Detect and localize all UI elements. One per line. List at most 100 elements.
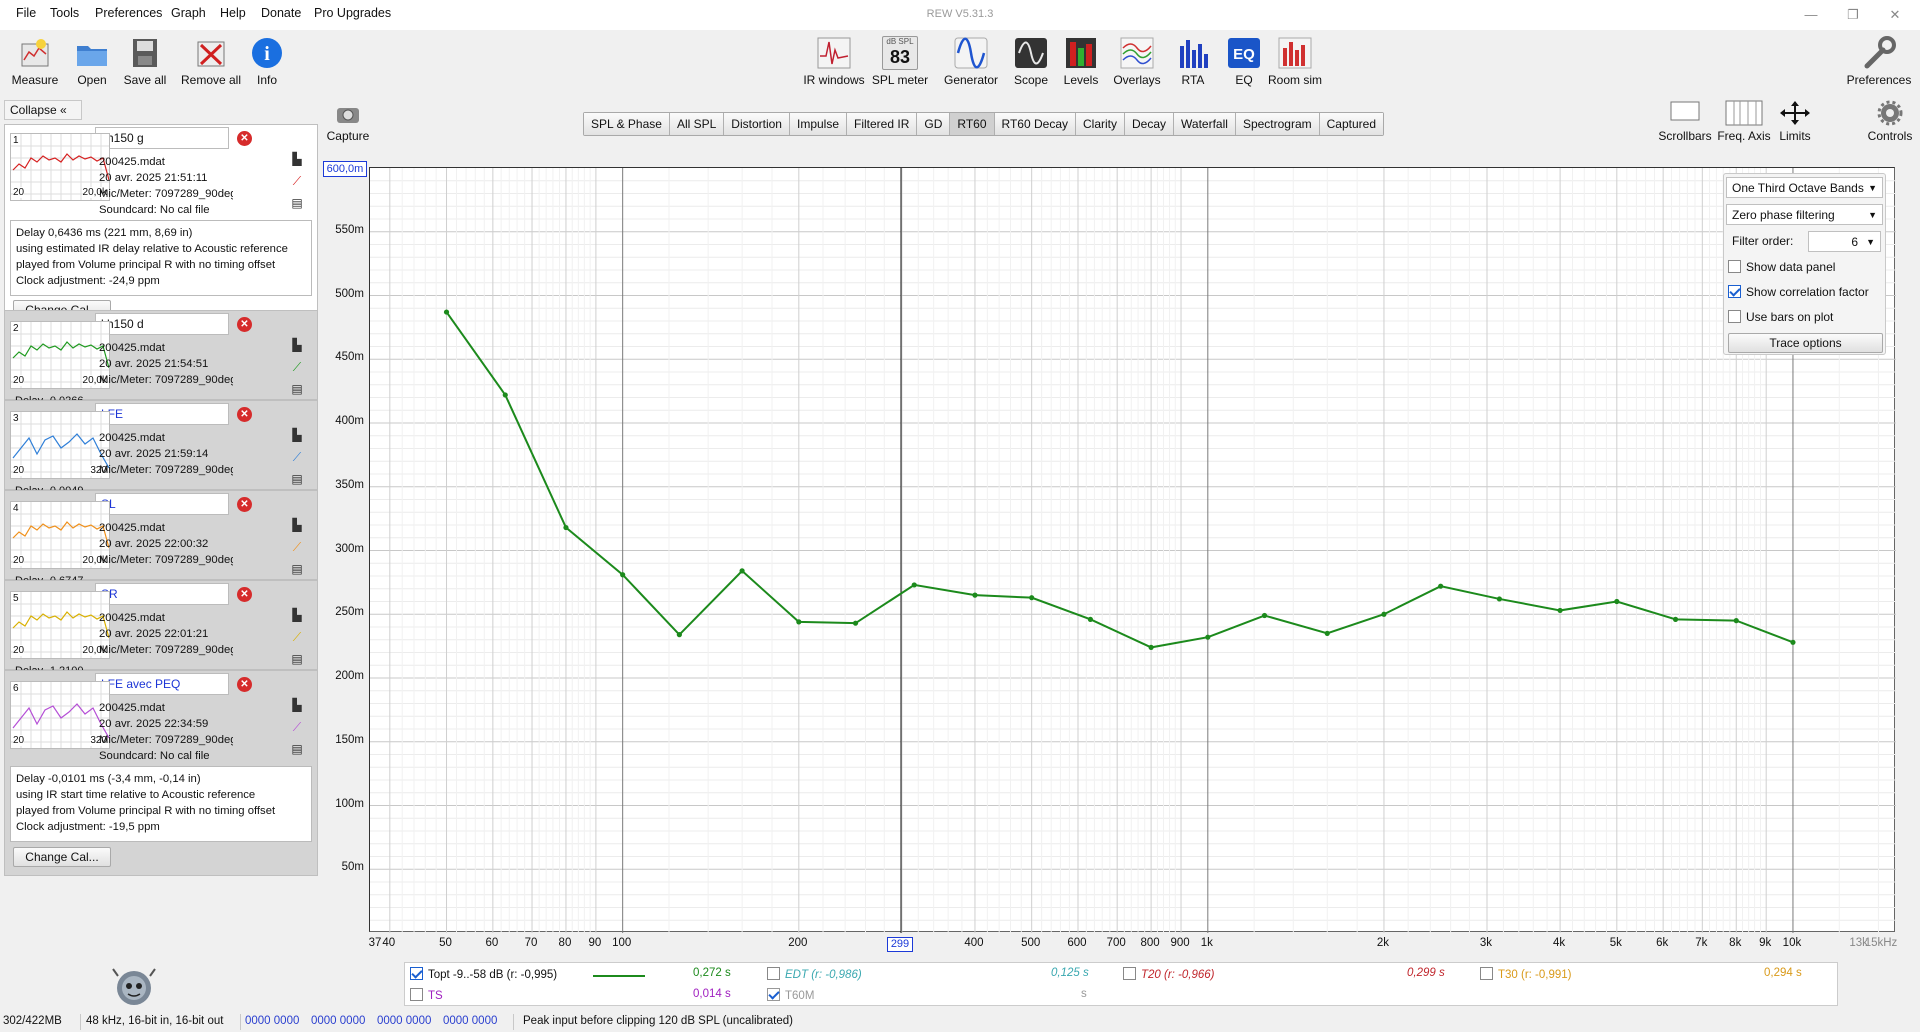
measurement-thumbnail[interactable]: 4 20 20,0k [10,501,110,569]
measurement-name-input[interactable]: LFE avec PEQ [95,673,229,695]
maximize-button[interactable]: ❐ [1838,4,1868,26]
legend-edt[interactable]: EDT (r: -0,986) [767,967,862,981]
caret-down-icon: ▼ [1868,183,1877,193]
legend-t60m[interactable]: T60M [767,988,814,1002]
show-correlation-checkbox[interactable]: Show correlation factor [1728,285,1869,299]
remove-measurement-icon[interactable]: ✕ [237,677,252,692]
remove-measurement-icon[interactable]: ✕ [237,587,252,602]
graph-icon[interactable]: ▙ [290,338,304,352]
measurement-card-1[interactable]: kh150 g ✕ 1 20 20,0k 200425.mdat 20 avr. 2025 … [4,124,318,320]
measurement-name-input[interactable]: SR [95,583,229,605]
cursor-x-readout[interactable]: 299 [887,937,913,952]
graph-icon[interactable]: ▙ [290,152,304,166]
graph-icon[interactable]: ▙ [290,428,304,442]
t20-checkbox[interactable] [1123,967,1136,980]
tab-spl-phase[interactable]: SPL & Phase [584,113,670,135]
graph-icon[interactable]: ▙ [290,698,304,712]
legend-topt[interactable]: Topt -9..-58 dB (r: -0,995) [410,967,557,981]
remove-measurement-icon[interactable]: ✕ [237,497,252,512]
tab-gd[interactable]: GD [917,113,951,135]
measurement-thumbnail[interactable]: 1 20 20,0k [10,133,110,201]
topt-checkbox[interactable] [410,967,423,980]
graph-icon[interactable]: ▙ [290,518,304,532]
trace-color-icon[interactable]: ⟋ [290,450,304,464]
remove-measurement-icon[interactable]: ✕ [237,317,252,332]
filter-order-spinner[interactable]: 6 ▼ [1808,231,1881,252]
band-select[interactable]: One Third Octave Bands ▼ [1726,177,1883,198]
measurement-thumbnail[interactable]: 6 20 320 [10,681,110,749]
rt60-graph[interactable] [369,167,1896,933]
measurement-name-input[interactable]: kh150 d [95,313,229,335]
measurement-thumbnail[interactable]: 2 20 20,0k [10,321,110,389]
change-cal-button[interactable]: Change Cal... [13,847,111,867]
tab-clarity[interactable]: Clarity [1076,113,1126,135]
edt-checkbox[interactable] [767,967,780,980]
filter-select[interactable]: Zero phase filtering ▼ [1726,204,1883,225]
edt-value: 0,125 s [1051,967,1089,979]
trace-color-icon[interactable]: ⟋ [290,630,304,644]
notes-icon[interactable]: ▤ [290,652,304,666]
trace-color-icon[interactable]: ⟋ [290,174,304,188]
ts-checkbox[interactable] [410,988,423,1001]
tab-distortion[interactable]: Distortion [724,113,790,135]
t30-checkbox[interactable] [1480,967,1493,980]
tab-rt60-decay[interactable]: RT60 Decay [994,113,1076,135]
measurement-card-4[interactable]: SL✕42020,0k200425.mdat20 avr. 2025 22:00… [4,490,318,580]
measurement-name-input[interactable]: SL [95,493,229,515]
notes-icon[interactable]: ▤ [290,742,304,756]
room-sim-button[interactable]: Room sim [1259,36,1331,87]
y-top-readout[interactable]: 600,0m [323,161,367,177]
measurement-thumbnail[interactable]: 5 20 20,0k [10,591,110,659]
remove-measurement-icon[interactable]: ✕ [237,407,252,422]
notes-icon[interactable]: ▤ [290,472,304,486]
measurement-notes[interactable]: Delay 0,6436 ms (221 mm, 8,69 in) using e… [10,220,312,296]
trace-color-icon[interactable]: ⟋ [290,720,304,734]
notes-icon[interactable]: ▤ [290,196,304,210]
ir-windows-button[interactable]: IR windows [797,36,871,87]
tab-waterfall[interactable]: Waterfall [1174,113,1236,135]
trace-color-icon[interactable]: ⟋ [290,360,304,374]
tab-all-spl[interactable]: All SPL [669,113,725,135]
preferences-button[interactable]: Preferences [1841,36,1917,87]
measurement-card-3[interactable]: LFE ✕ 3 20 320 200425.mdat 20 avr. 2025 21:59:… [4,400,318,490]
show-data-panel-checkbox[interactable]: Show data panel [1728,260,1835,274]
trace-options-button[interactable]: Trace options [1728,333,1883,353]
tab-spectrogram[interactable]: Spectrogram [1235,113,1320,135]
caret-down-icon: ▼ [1868,210,1877,220]
measurement-notes[interactable]: Delay -0,0101 ms (-3,4 mm, -0,14 in) usin… [10,766,312,842]
measurement-card-2[interactable]: kh150 d ✕ 2 20 20,0k 200425.mdat 20 avr. 2025 … [4,310,318,400]
t60m-checkbox[interactable] [767,988,780,1001]
measurement-card-6[interactable]: LFE avec PEQ ✕ 6 20 320 200425.mdat 20 avr. 20… [4,670,318,876]
limits-button[interactable]: Limits [1762,100,1828,143]
notes-icon[interactable]: ▤ [290,562,304,576]
legend-t30[interactable]: T30 (r: -0,991) [1480,967,1572,981]
legend-ts[interactable]: TS [410,988,443,1002]
save-all-button[interactable]: Save all [109,36,181,87]
capture-button[interactable]: Capture [320,102,376,143]
notes-icon[interactable]: ▤ [290,382,304,396]
tab-filtered-ir[interactable]: Filtered IR [847,113,918,135]
minimize-button[interactable]: — [1796,4,1826,26]
scrollbars-button[interactable]: Scrollbars [1652,100,1718,143]
trace-color-icon[interactable]: ⟋ [290,540,304,554]
remove-measurement-icon[interactable]: ✕ [237,131,252,146]
info-button[interactable]: i Info [231,36,303,87]
close-button[interactable]: ✕ [1880,4,1910,26]
measurement-name-input[interactable]: kh150 g [95,127,229,149]
spl-meter-button[interactable]: dB SPL 83 SPL meter [864,36,936,87]
graph-icon[interactable]: ▙ [290,608,304,622]
measurement-thumbnail[interactable]: 3 20 320 [10,411,110,479]
tab-decay[interactable]: Decay [1125,113,1175,135]
measurement-number: 4 [13,503,19,514]
tab-impulse[interactable]: Impulse [789,113,848,135]
x-tick-label: 900 [1170,937,1190,949]
controls-button[interactable]: Controls [1855,100,1920,143]
use-bars-checkbox[interactable]: Use bars on plot [1728,310,1833,324]
legend-t20[interactable]: T20 (r: -0,966) [1123,967,1215,981]
x-tick-label: 3k [1479,937,1493,949]
measurement-name-input[interactable]: LFE [95,403,229,425]
tab-captured[interactable]: Captured [1319,113,1384,135]
collapse-button[interactable]: Collapse « [4,100,82,120]
tab-rt60[interactable]: RT60 [950,113,995,135]
measurement-card-5[interactable]: SR✕52020,0k200425.mdat20 avr. 2025 22:01… [4,580,318,670]
